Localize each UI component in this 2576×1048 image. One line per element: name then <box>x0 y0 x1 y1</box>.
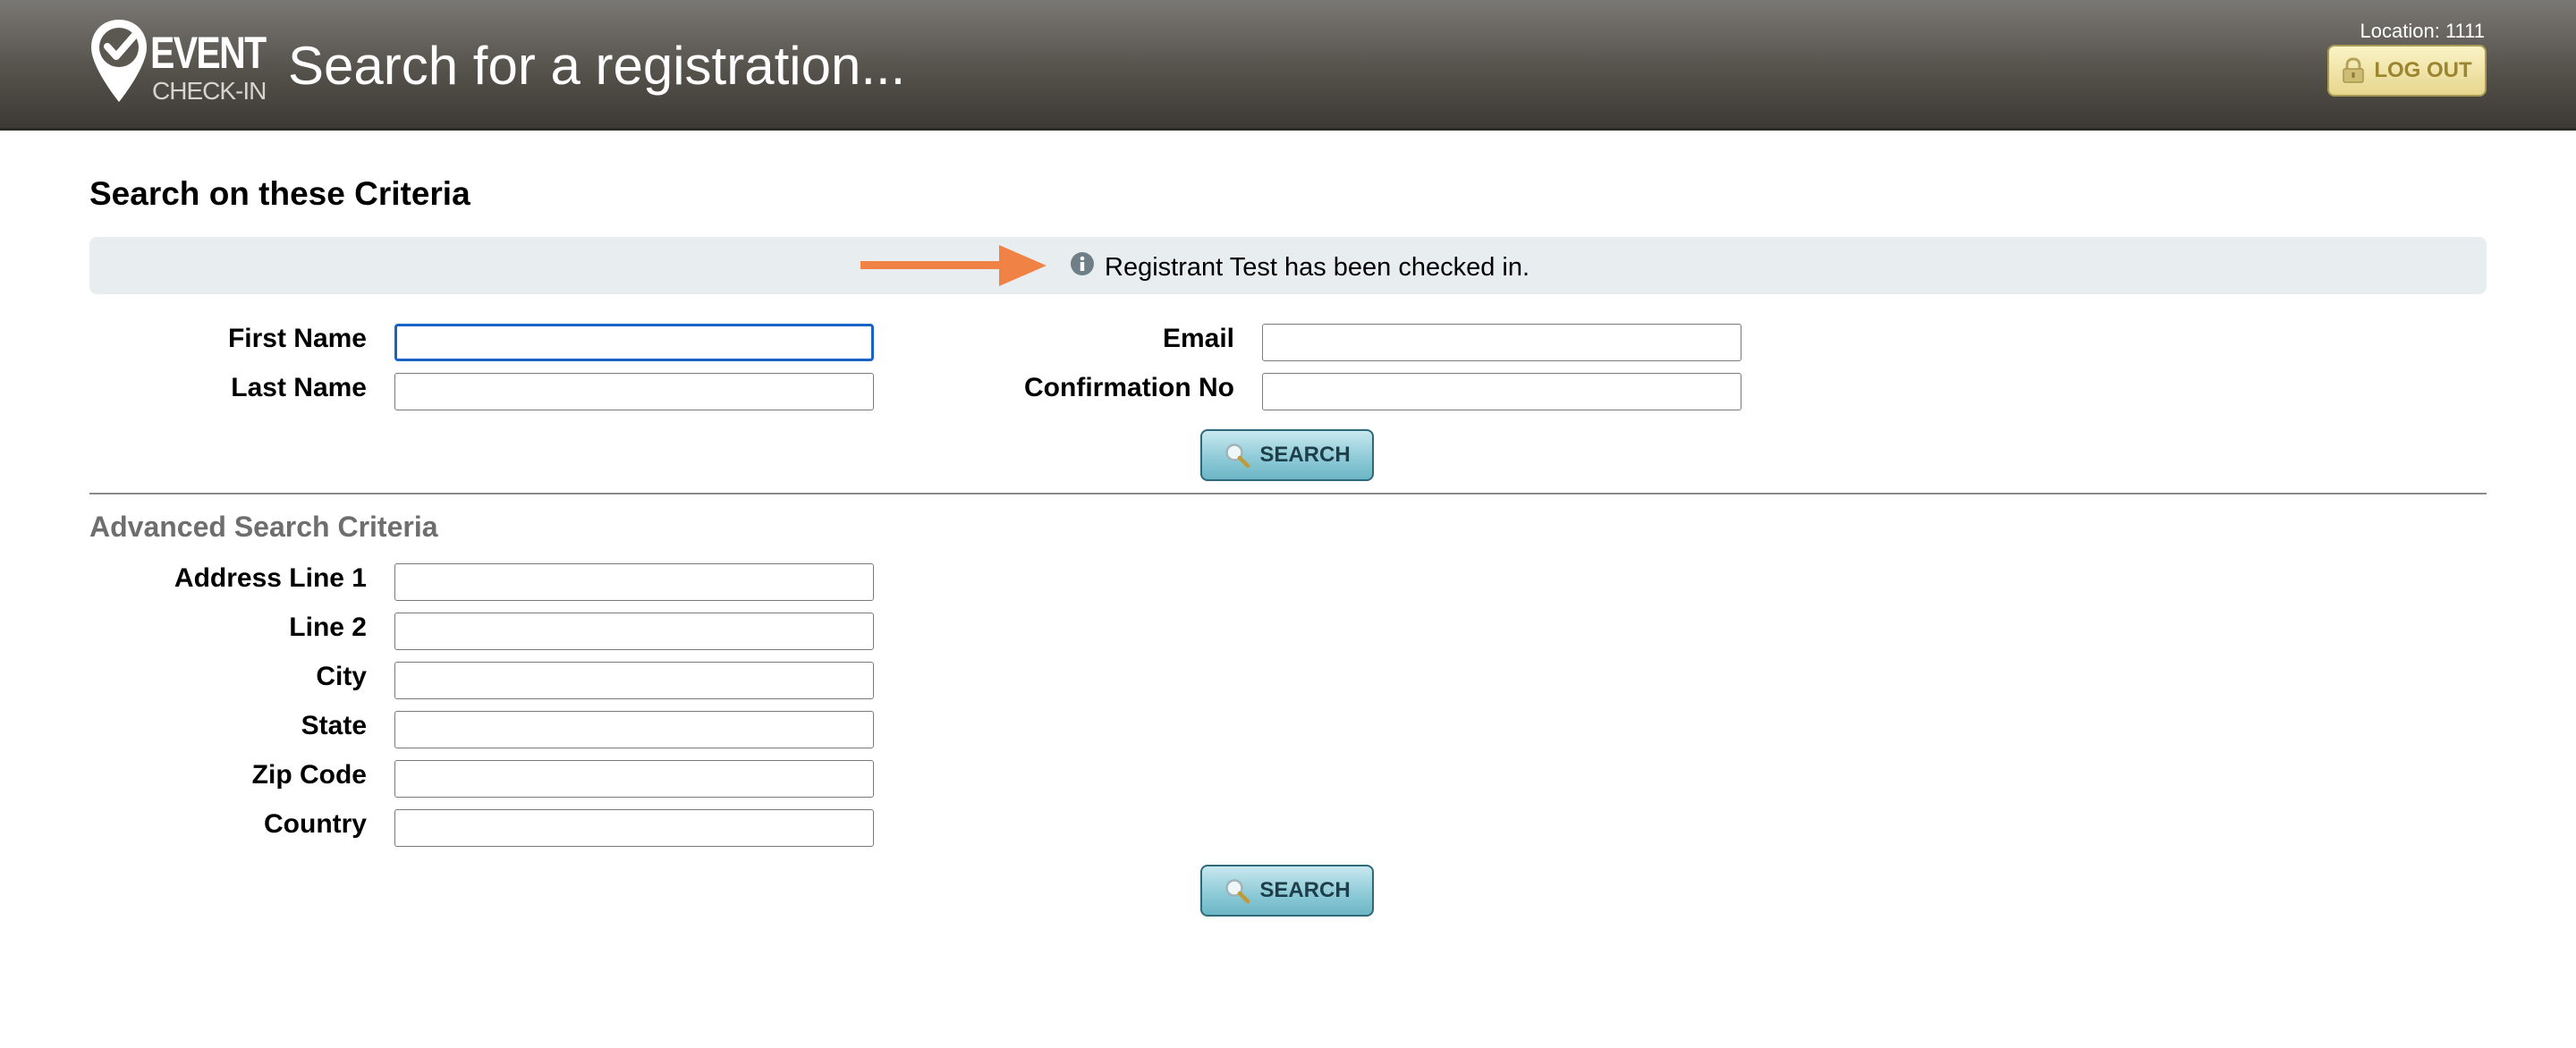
arrow-right-icon <box>860 245 1046 286</box>
advanced-search-title: Advanced Search Criteria <box>89 511 438 543</box>
search-label: SEARCH <box>1259 443 1351 467</box>
city-label: City <box>316 662 367 691</box>
country-label: Country <box>264 809 367 839</box>
country-input[interactable] <box>394 809 874 847</box>
magnifier-icon <box>1225 879 1250 904</box>
address-line-1-label: Address Line 1 <box>174 563 367 593</box>
logout-label: LOG OUT <box>2374 58 2472 82</box>
app-header: EVENT CHECK-IN Search for a registration… <box>0 0 2576 131</box>
logo-event-text: EVENT <box>150 28 267 78</box>
confirmation-no-input[interactable] <box>1262 373 1741 410</box>
logo-checkin-text: CHECK-IN <box>152 77 267 105</box>
email-input[interactable] <box>1262 324 1741 361</box>
zip-code-input[interactable] <box>394 760 874 798</box>
search-button[interactable]: SEARCH <box>1200 429 1374 481</box>
advanced-search-button[interactable]: SEARCH <box>1200 865 1374 917</box>
zip-code-label: Zip Code <box>251 760 367 790</box>
lock-icon <box>2343 57 2365 83</box>
address-line-1-input[interactable] <box>394 563 874 601</box>
line-2-input[interactable] <box>394 613 874 650</box>
confirmation-no-label: Confirmation No <box>1024 373 1234 402</box>
state-label: State <box>301 711 367 740</box>
state-input[interactable] <box>394 711 874 748</box>
section-divider <box>89 493 2487 494</box>
logout-button[interactable]: LOG OUT <box>2327 45 2487 97</box>
event-checkin-logo: EVENT CHECK-IN <box>88 16 272 106</box>
section-title: Search on these Criteria <box>89 175 470 212</box>
city-input[interactable] <box>394 662 874 699</box>
magnifier-icon <box>1225 444 1250 469</box>
first-name-label: First Name <box>227 324 367 353</box>
last-name-input[interactable] <box>394 373 874 410</box>
email-label: Email <box>1162 324 1234 353</box>
info-icon <box>1071 252 1094 275</box>
location-label: Location: 1111 <box>2360 20 2485 42</box>
last-name-label: Last Name <box>231 373 367 402</box>
first-name-input[interactable] <box>394 324 874 361</box>
notice-text: Registrant Test has been checked in. <box>1105 253 1530 282</box>
line-2-label: Line 2 <box>289 613 367 642</box>
page-title: Search for a registration... <box>288 36 906 96</box>
location-check-icon <box>91 20 147 102</box>
advanced-search-label: SEARCH <box>1259 878 1351 902</box>
